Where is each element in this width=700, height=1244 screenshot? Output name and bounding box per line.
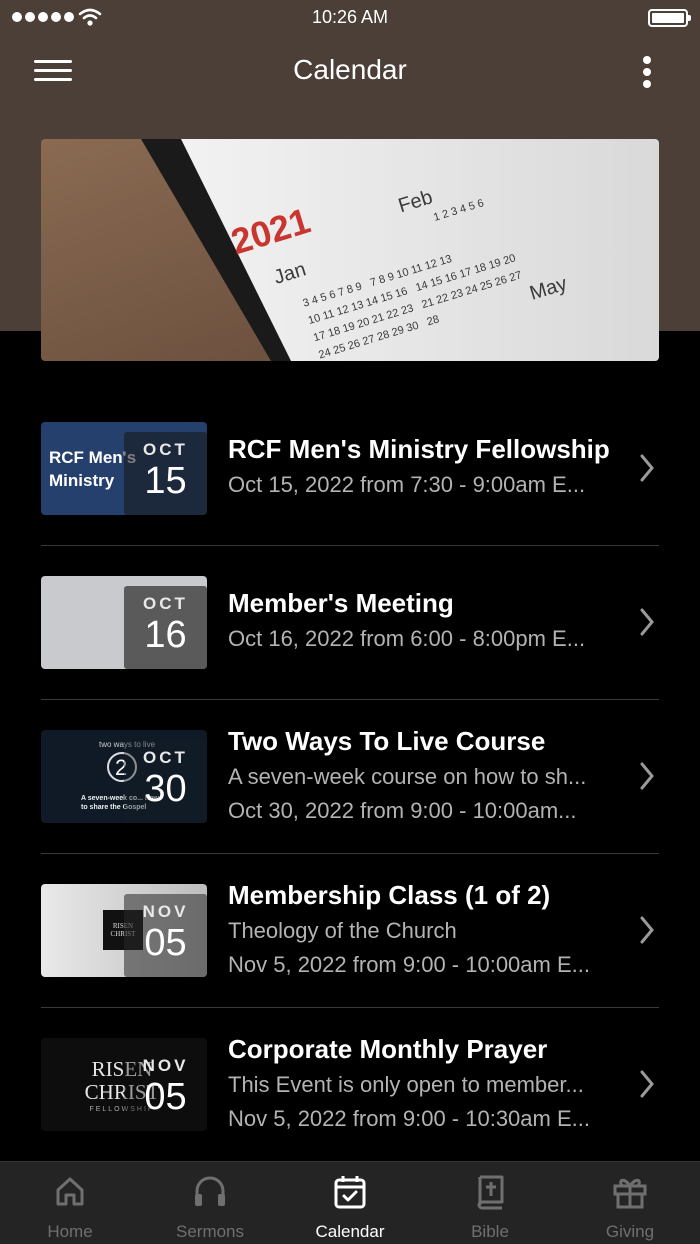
date-month: OCT [143,440,188,459]
date-day: 05 [144,1076,187,1118]
event-description: Theology of the Church [228,918,457,943]
bible-icon [477,1175,504,1210]
home-icon [56,1177,84,1206]
event-date: Oct 15, 2022 from 7:30 - 9:00am E... [228,472,586,497]
event-thumbnail: RCF Men's Ministry OCT 15 [41,422,207,515]
event-title: Member's Meeting [228,588,454,618]
event-info: Member's Meeting Oct 16, 2022 from 6:00 … [228,586,638,656]
event-description: A seven-week course on how to sh... [228,764,587,789]
date-day: 16 [144,614,187,656]
event-row[interactable]: OCT 16 Member's Meeting Oct 16, 2022 fro… [41,546,659,700]
date-badge: OCT 16 [124,586,207,669]
chevron-right-icon [640,916,654,944]
nav-bar: Calendar [0,40,700,102]
event-info: RCF Men's Ministry Fellowship Oct 15, 20… [228,432,638,502]
chevron-right-icon [640,1070,654,1098]
tab-sermons[interactable]: Sermons [140,1162,280,1244]
event-title: Two Ways To Live Course [228,726,546,756]
event-title: Corporate Monthly Prayer [228,1034,548,1064]
date-day: 05 [144,922,187,964]
event-row[interactable]: RCF Men's Ministry OCT 15 RCF Men's Mini… [41,392,659,546]
date-month: NOV [142,902,189,921]
date-badge: OCT 30 [124,740,207,823]
date-day: 30 [144,768,187,810]
event-title: Membership Class (1 of 2) [228,880,551,910]
event-thumbnail: RISEN CHRIST NOV 05 [41,884,207,977]
date-month: OCT [143,748,188,767]
headphones-icon [195,1176,225,1206]
event-row[interactable]: RISEN CHRIST NOV 05 Membership Class (1 … [41,854,659,1008]
event-description: This Event is only open to member... [228,1072,584,1097]
tab-bible[interactable]: Bible [420,1162,560,1244]
chevron-right-icon [640,454,654,482]
date-month: NOV [142,1056,189,1075]
event-title: RCF Men's Ministry Fellowship [228,434,610,464]
event-thumbnail: RISEN CHRIST FELLOWSHIP NOV 05 [41,1038,207,1131]
event-info: Two Ways To Live Course A seven-week cou… [228,724,638,828]
status-bar: 10:26 AM [0,0,700,36]
date-badge: NOV 05 [124,894,207,977]
event-row[interactable]: two ways to live 2 A seven-week co... ho… [41,700,659,854]
chevron-right-icon [640,762,654,790]
event-date: Nov 5, 2022 from 9:00 - 10:30am E... [228,1106,590,1131]
tab-bar: Home Sermons Calendar Bible Giving [0,1161,700,1244]
calendar-icon [334,1176,366,1209]
chevron-right-icon [640,608,654,636]
event-list: RCF Men's Ministry OCT 15 RCF Men's Mini… [41,392,659,1162]
tab-home[interactable]: Home [0,1162,140,1244]
event-date: Oct 16, 2022 from 6:00 - 8:00pm E... [228,626,586,651]
event-date: Oct 30, 2022 from 9:00 - 10:00am... [228,798,577,823]
calendar-hero-image: 2021 Jan Feb May 3 4 5 6 7 8 9 7 8 9 10 … [41,139,659,361]
event-row[interactable]: RISEN CHRIST FELLOWSHIP NOV 05 Corporate… [41,1008,659,1162]
date-month: OCT [143,594,188,613]
event-info: Corporate Monthly Prayer This Event is o… [228,1032,638,1136]
page-title: Calendar [293,54,407,85]
tab-label: Sermons [175,1222,245,1241]
date-badge: NOV 05 [124,1048,207,1131]
tab-label: Calendar [315,1222,385,1241]
tab-label: Giving [605,1222,655,1241]
tab-label: Home [47,1222,93,1241]
event-thumbnail: OCT 16 [41,576,207,669]
date-badge: OCT 15 [124,432,207,515]
event-info: Membership Class (1 of 2) Theology of th… [228,878,638,982]
battery-icon [648,9,691,27]
gift-icon [613,1178,647,1209]
event-date: Nov 5, 2022 from 9:00 - 10:00am E... [228,952,590,977]
status-time: 10:26 AM [311,7,389,27]
event-thumbnail: two ways to live 2 A seven-week co... ho… [41,730,207,823]
date-day: 15 [144,460,187,502]
tab-giving[interactable]: Giving [560,1162,700,1244]
tab-label: Bible [471,1222,509,1241]
more-options-icon[interactable] [630,52,664,92]
tab-calendar[interactable]: Calendar [280,1162,420,1244]
